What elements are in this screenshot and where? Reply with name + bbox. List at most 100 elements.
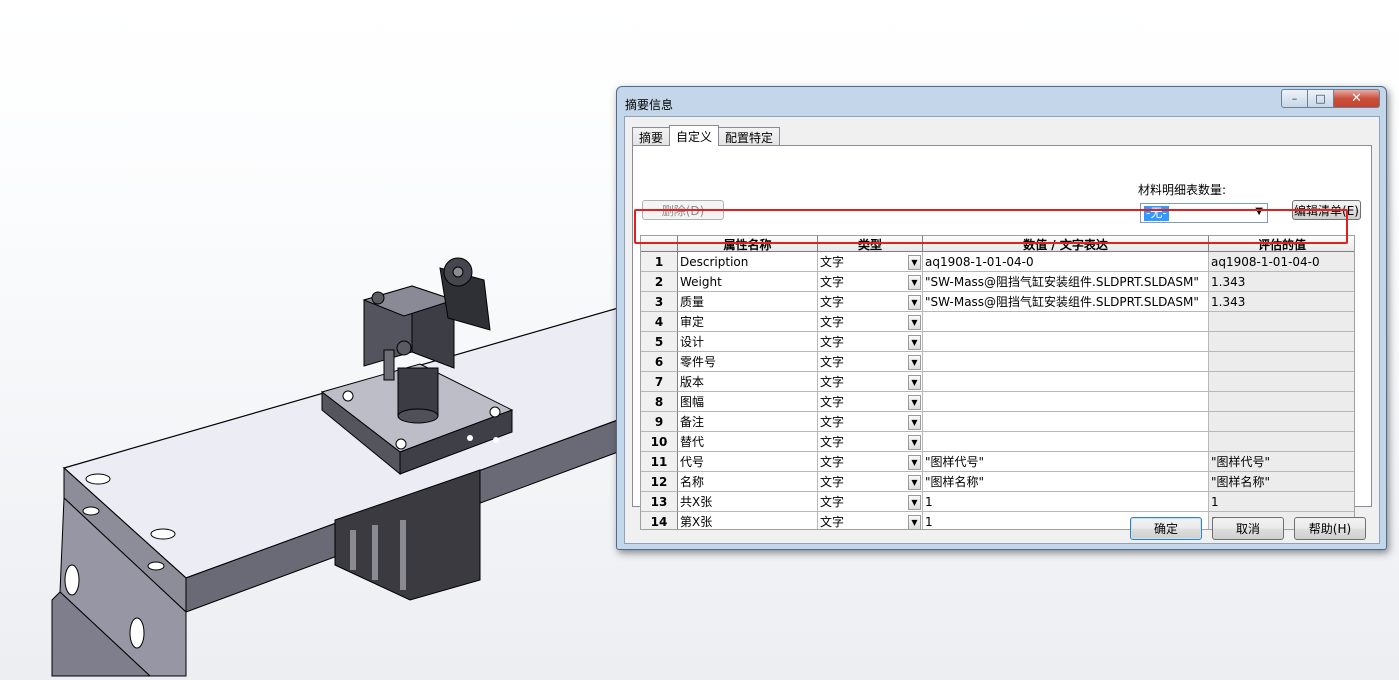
property-name-cell[interactable]: 零件号 (678, 352, 818, 372)
row-number[interactable]: 2 (641, 272, 678, 292)
type-cell[interactable]: 文字 ▼ (818, 252, 923, 272)
type-cell[interactable]: 文字 ▼ (818, 292, 923, 312)
row-number[interactable]: 11 (641, 452, 678, 472)
type-cell[interactable]: 文字 ▼ (818, 512, 923, 529)
value-expression-cell[interactable]: "图样名称" (923, 472, 1209, 492)
type-cell[interactable]: 文字 ▼ (818, 392, 923, 412)
maximize-button[interactable]: □ (1308, 89, 1334, 108)
property-name-cell[interactable]: 第X张 (678, 512, 818, 529)
table-row[interactable]: 7 版本 文字 ▼ (641, 372, 1354, 392)
cancel-button[interactable]: 取消 (1212, 517, 1284, 540)
property-name-cell[interactable]: Description (678, 252, 818, 272)
tab-configuration-specific[interactable]: 配置特定 (718, 127, 781, 146)
value-expression-cell[interactable]: aq1908-1-01-04-0 (923, 252, 1209, 272)
tab-summary[interactable]: 摘要 (632, 127, 671, 146)
chevron-down-icon[interactable]: ▼ (908, 475, 921, 490)
ok-button[interactable]: 确定 (1130, 517, 1202, 540)
value-expression-cell[interactable] (923, 412, 1209, 432)
type-cell[interactable]: 文字 ▼ (818, 452, 923, 472)
chevron-down-icon[interactable]: ▼ (908, 495, 921, 510)
table-row[interactable]: 10 替代 文字 ▼ (641, 432, 1354, 452)
row-number[interactable]: 10 (641, 432, 678, 452)
type-cell[interactable]: 文字 ▼ (818, 272, 923, 292)
value-expression-cell[interactable] (923, 312, 1209, 332)
type-cell[interactable]: 文字 ▼ (818, 432, 923, 452)
table-row[interactable]: 1 Description 文字 ▼ aq1908-1-01-04-0 aq1908-1-… (641, 252, 1354, 272)
property-name-cell[interactable]: Weight (678, 272, 818, 292)
type-cell[interactable]: 文字 ▼ (818, 412, 923, 432)
chevron-down-icon[interactable]: ▼ (908, 435, 921, 450)
header-type[interactable]: 类型 (818, 236, 923, 252)
property-name-cell[interactable]: 替代 (678, 432, 818, 452)
value-expression-cell[interactable]: 1 (923, 492, 1209, 512)
value-expression-cell[interactable]: "图样代号" (923, 452, 1209, 472)
row-number[interactable]: 12 (641, 472, 678, 492)
chevron-down-icon[interactable]: ▼ (908, 335, 921, 350)
table-row[interactable]: 8 图幅 文字 ▼ (641, 392, 1354, 412)
type-cell[interactable]: 文字 ▼ (818, 492, 923, 512)
type-cell[interactable]: 文字 ▼ (818, 332, 923, 352)
tab-custom[interactable]: 自定义 (669, 125, 720, 146)
value-expression-cell[interactable]: "SW-Mass@阻挡气缸安装组件.SLDPRT.SLDASM" (923, 272, 1209, 292)
type-cell[interactable]: 文字 ▼ (818, 372, 923, 392)
type-cell[interactable]: 文字 ▼ (818, 472, 923, 492)
property-name-cell[interactable]: 图幅 (678, 392, 818, 412)
delete-button[interactable]: 删除(D) (642, 200, 724, 220)
property-name-cell[interactable]: 共X张 (678, 492, 818, 512)
edit-list-button[interactable]: 编辑清单(E) (1292, 200, 1361, 220)
value-expression-cell[interactable] (923, 392, 1209, 412)
chevron-down-icon[interactable]: ▼ (908, 455, 921, 470)
header-value-expression[interactable]: 数值 / 文字表达 (923, 236, 1209, 252)
type-cell[interactable]: 文字 ▼ (818, 312, 923, 332)
table-row[interactable]: 12 名称 文字 ▼ "图样名称" "图样名称" (641, 472, 1354, 492)
row-number[interactable]: 1 (641, 252, 678, 272)
table-row[interactable]: 5 设计 文字 ▼ (641, 332, 1354, 352)
row-number[interactable]: 8 (641, 392, 678, 412)
property-name-cell[interactable]: 审定 (678, 312, 818, 332)
property-name-cell[interactable]: 名称 (678, 472, 818, 492)
row-number[interactable]: 7 (641, 372, 678, 392)
row-number[interactable]: 9 (641, 412, 678, 432)
dialog-titlebar[interactable]: 摘要信息 – □ ✕ (617, 87, 1386, 117)
table-row[interactable]: 9 备注 文字 ▼ (641, 412, 1354, 432)
property-name-cell[interactable]: 设计 (678, 332, 818, 352)
table-row[interactable]: 4 审定 文字 ▼ (641, 312, 1354, 332)
chevron-down-icon[interactable]: ▼ (908, 415, 921, 430)
row-number[interactable]: 4 (641, 312, 678, 332)
property-name-cell[interactable]: 代号 (678, 452, 818, 472)
header-property-name[interactable]: 属性名称 (678, 236, 818, 252)
chevron-down-icon[interactable]: ▼ (908, 295, 921, 310)
minimize-button[interactable]: – (1281, 89, 1308, 108)
help-button[interactable]: 帮助(H) (1294, 517, 1366, 540)
chevron-down-icon[interactable]: ▼ (908, 355, 921, 370)
table-row[interactable]: 3 质量 文字 ▼ "SW-Mass@阻挡气缸安装组件.SLDPRT.SLDASM" 1.… (641, 292, 1354, 312)
value-expression-cell[interactable]: "SW-Mass@阻挡气缸安装组件.SLDPRT.SLDASM" (923, 292, 1209, 312)
bom-quantity-select[interactable]: -无- ▼ (1140, 203, 1268, 223)
table-row[interactable]: 13 共X张 文字 ▼ 1 1 (641, 492, 1354, 512)
property-name-cell[interactable]: 备注 (678, 412, 818, 432)
chevron-down-icon[interactable]: ▼ (908, 395, 921, 410)
chevron-down-icon[interactable]: ▼ (908, 375, 921, 390)
property-name-cell[interactable]: 质量 (678, 292, 818, 312)
header-evaluated-value[interactable]: 评估的值 (1209, 236, 1354, 252)
row-number[interactable]: 14 (641, 512, 678, 529)
row-number[interactable]: 13 (641, 492, 678, 512)
value-expression-cell[interactable] (923, 372, 1209, 392)
chevron-down-icon[interactable]: ▼ (908, 515, 921, 529)
value-expression-cell[interactable] (923, 432, 1209, 452)
grid-vertical-scrollbar[interactable]: ▲ ▼ (1354, 236, 1355, 530)
row-number[interactable]: 3 (641, 292, 678, 312)
table-row[interactable]: 11 代号 文字 ▼ "图样代号" "图样代号" (641, 452, 1354, 472)
value-expression-cell[interactable] (923, 332, 1209, 352)
table-row[interactable]: 2 Weight 文字 ▼ "SW-Mass@阻挡气缸安装组件.SLDPRT.SLDAS… (641, 272, 1354, 292)
value-expression-cell[interactable] (923, 352, 1209, 372)
row-number[interactable]: 6 (641, 352, 678, 372)
chevron-down-icon[interactable]: ▼ (908, 255, 921, 270)
close-button[interactable]: ✕ (1334, 89, 1380, 108)
type-cell[interactable]: 文字 ▼ (818, 352, 923, 372)
property-name-cell[interactable]: 版本 (678, 372, 818, 392)
chevron-down-icon[interactable]: ▼ (908, 315, 921, 330)
chevron-down-icon[interactable]: ▼ (908, 275, 921, 290)
row-number[interactable]: 5 (641, 332, 678, 352)
table-row[interactable]: 6 零件号 文字 ▼ (641, 352, 1354, 372)
